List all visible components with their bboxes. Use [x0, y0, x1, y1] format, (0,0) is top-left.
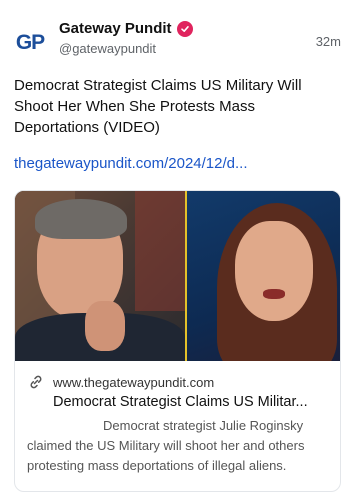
video-thumbnail-image[interactable]	[15, 191, 340, 361]
avatar-letter-p: P	[31, 31, 45, 54]
link-icon	[27, 373, 45, 391]
card-domain: www.thegatewaypundit.com	[53, 374, 215, 390]
avatar-letter-g: G	[15, 31, 32, 54]
author-block: Gateway Pundit @gatewaypundit	[59, 20, 193, 56]
timestamp[interactable]: 32m	[316, 34, 341, 49]
avatar[interactable]: GP	[12, 25, 48, 61]
thumbnail-left-panel	[15, 191, 185, 361]
post-text: Democrat Strategist Claims US Military W…	[14, 77, 302, 136]
card-meta: www.thegatewaypundit.com Democrat Strate…	[27, 373, 332, 476]
link-preview-card[interactable]: www.thegatewaypundit.com Democrat Strate…	[14, 190, 341, 492]
verified-badge-icon	[176, 20, 193, 37]
post-link[interactable]: thegatewaypundit.com/2024/12/d...	[14, 155, 344, 172]
display-name[interactable]: Gateway Pundit	[59, 20, 172, 37]
post-card[interactable]: GP Gateway Pundit @gatewaypundit 32m Dem…	[0, 0, 355, 500]
card-description: Democrat strategist Julie Roginsky claim…	[27, 418, 305, 473]
card-title[interactable]: Democrat Strategist Claims US Militar...	[53, 394, 333, 410]
thumbnail-right-panel	[187, 191, 340, 361]
handle[interactable]: @gatewaypundit	[59, 41, 193, 56]
